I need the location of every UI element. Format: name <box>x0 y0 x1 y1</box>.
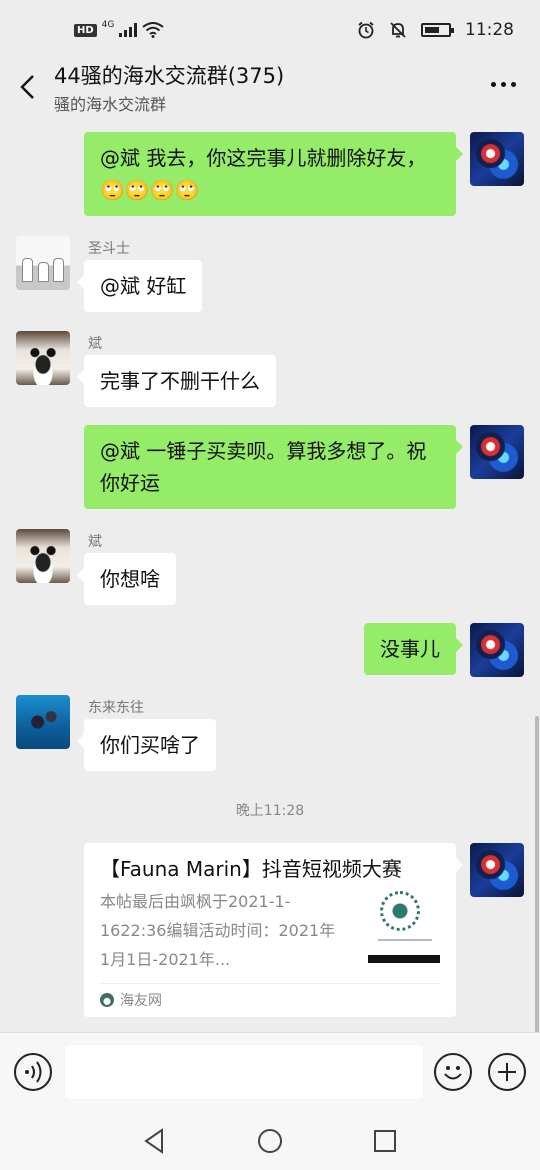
sender-name: 圣斗士 <box>88 241 130 257</box>
message-bubble-outgoing[interactable]: 没事儿 <box>364 623 463 675</box>
status-bar: HD 4G 11:28 <box>0 0 540 64</box>
link-card-source: 海友网 <box>100 990 162 1010</box>
avatar-member[interactable] <box>16 236 70 290</box>
mute-icon <box>390 22 406 38</box>
message-bubble-outgoing[interactable]: @斌 一锤子买卖呗。算我多想了。祝你好运 <box>84 425 463 509</box>
message-bubble-incoming[interactable]: @斌 好缸 <box>76 260 203 312</box>
avatar-member[interactable] <box>16 331 70 385</box>
divider <box>100 983 440 984</box>
more-options-button[interactable] <box>491 82 516 87</box>
clock: 11:28 <box>465 20 514 40</box>
sender-name: 斌 <box>88 336 102 352</box>
voice-input-button[interactable] <box>14 1053 52 1091</box>
chat-header: 44骚的海水交流群(375) 骚的海水交流群 <box>0 56 540 118</box>
message-bubble-incoming[interactable]: 你们买啥了 <box>77 719 216 771</box>
network-label: 4G <box>101 20 115 30</box>
sender-name: 东来东往 <box>88 700 144 716</box>
link-card-title: 【Fauna Marin】抖音短视频大赛 <box>100 857 402 881</box>
link-card[interactable]: 【Fauna Marin】抖音短视频大赛 本帖最后由飒枫于2021-1-1622… <box>84 843 463 1017</box>
nav-recents-icon[interactable] <box>370 1126 400 1156</box>
signal-icon <box>119 23 138 37</box>
link-card-thumbnail <box>368 891 440 963</box>
nav-back-icon[interactable] <box>140 1126 170 1156</box>
nav-home-icon[interactable] <box>255 1126 285 1156</box>
avatar-self[interactable] <box>470 425 524 479</box>
scrollbar[interactable] <box>535 716 539 1032</box>
message-list[interactable]: @斌 我去，你这完事儿就删除好友，🙄🙄🙄🙄 圣斗士 @斌 好缸 斌 完事了不删干… <box>0 118 540 1032</box>
wifi-icon <box>142 22 164 38</box>
avatar-member[interactable] <box>16 529 70 583</box>
avatar-member[interactable] <box>16 695 70 749</box>
system-nav-bar <box>0 1116 540 1170</box>
avatar-self[interactable] <box>470 132 524 186</box>
more-functions-button[interactable] <box>488 1053 526 1091</box>
chat-subtitle: 骚的海水交流群 <box>54 95 167 114</box>
back-arrow-icon[interactable] <box>14 72 44 102</box>
voice-icon <box>25 1061 42 1083</box>
chat-title: 44骚的海水交流群(375) <box>54 64 285 88</box>
alarm-icon <box>358 21 374 39</box>
message-bubble-outgoing[interactable]: @斌 我去，你这完事儿就删除好友，🙄🙄🙄🙄 <box>84 132 463 216</box>
emoji-icon <box>444 1066 462 1080</box>
qr-code-icon <box>380 891 420 931</box>
hd-badge: HD <box>74 23 97 37</box>
avatar-self[interactable] <box>470 843 524 897</box>
input-bar <box>0 1032 540 1116</box>
message-timestamp: 晚上11:28 <box>235 803 305 819</box>
message-bubble-incoming[interactable]: 完事了不删干什么 <box>77 355 276 407</box>
message-bubble-incoming[interactable]: 你想啥 <box>77 553 176 605</box>
link-card-description: 本帖最后由飒枫于2021-1-1622:36编辑活动时间：2021年1月1日-2… <box>100 892 336 969</box>
link-card-source-label: 海友网 <box>120 993 162 1009</box>
plus-icon <box>498 1063 516 1081</box>
emoji-button[interactable] <box>434 1053 472 1091</box>
sender-name: 斌 <box>88 534 102 550</box>
battery-icon <box>421 23 454 37</box>
source-logo-icon <box>100 993 114 1007</box>
message-input[interactable] <box>66 1045 422 1099</box>
avatar-self[interactable] <box>470 623 524 677</box>
